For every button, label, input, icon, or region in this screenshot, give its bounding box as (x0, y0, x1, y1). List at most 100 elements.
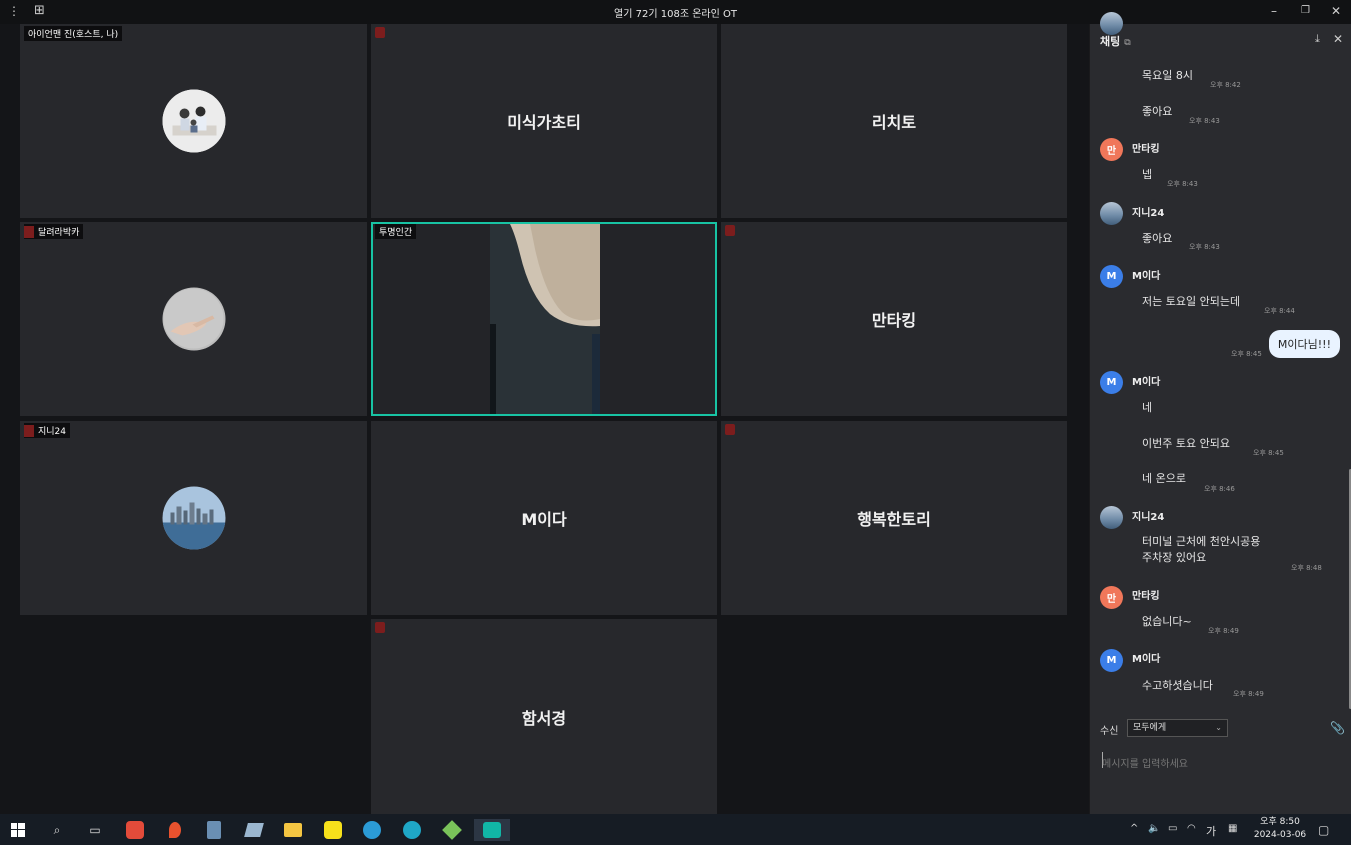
chat-message-text: 수고하셧습니다 (1142, 679, 1213, 692)
volume-icon[interactable]: 🔈 (1148, 823, 1160, 834)
chat-message-text: 이번주 토요 안되요 (1142, 437, 1230, 450)
chat-message-time: 오후 8:43 (1189, 117, 1220, 125)
chat-message-time: 오후 8:45 (1231, 350, 1262, 358)
chat-message-text: 좋아요 (1142, 232, 1173, 245)
clock-time: 오후 8:50 (1260, 817, 1300, 827)
title-bar: ⋮ ⊞ 열기 72기 108조 온라인 OT – ❐ ✕ (0, 0, 1351, 24)
close-window-icon[interactable]: ✕ (1331, 3, 1341, 19)
clock-date: 2024-03-06 (1253, 830, 1307, 840)
chat-panel: 채팅 ⧉ ⤓ ✕ 목요일 8시 오후 8:42 좋아요 오후 8:43 만 만타킹… (1089, 12, 1351, 814)
file-explorer-icon[interactable] (282, 819, 304, 841)
calculator-icon[interactable] (203, 819, 225, 841)
participant-name: 미식가초티 (507, 113, 581, 132)
chat-sender-name: M이다 (1132, 271, 1161, 282)
video-tile-6[interactable]: 만타킹 (721, 222, 1067, 416)
chat-message-text: 네 온으로 (1142, 472, 1186, 485)
avatar-photo-partial (1100, 12, 1123, 35)
participant-name-tag: 아이언맨 진(호스트, 나) (24, 26, 123, 41)
close-icon[interactable]: ✕ (1333, 32, 1343, 46)
video-tile-5-active-speaker[interactable]: 투명인간 (371, 222, 717, 416)
chat-sender-name: 만타킹 (1132, 591, 1160, 602)
video-tile-3[interactable]: 리치토 (721, 24, 1067, 218)
mic-muted-icon (24, 424, 34, 437)
task-view-icon[interactable]: ▭ (84, 819, 106, 841)
family-photo-avatar (162, 89, 225, 153)
video-tile-1[interactable]: 아이언맨 진(호스트, 나) (20, 24, 367, 218)
mic-muted-icon (725, 225, 735, 236)
tray-expand-icon[interactable]: ^ (1130, 823, 1138, 834)
search-icon[interactable]: ⌕ (46, 819, 68, 841)
chat-message-time: 오후 8:42 (1210, 81, 1241, 89)
kakaotalk-icon[interactable] (322, 819, 344, 841)
hand-photo-avatar (162, 287, 225, 351)
system-clock[interactable]: 오후 8:50 2024-03-06 (1250, 816, 1310, 842)
popout-icon[interactable]: ⧉ (1124, 38, 1130, 48)
keyboard-icon[interactable]: ▦ (1228, 823, 1237, 834)
chat-message-time: 오후 8:49 (1233, 690, 1264, 698)
chat-message-time: 오후 8:43 (1189, 243, 1220, 251)
avatar-badge: M (1100, 371, 1123, 394)
chat-message-time: 오후 8:44 (1264, 307, 1295, 315)
network-icon[interactable]: ◠ (1187, 823, 1196, 834)
maps-icon[interactable] (164, 819, 186, 841)
app-red-icon[interactable] (124, 819, 146, 841)
chat-sender-name: 만타킹 (1132, 144, 1160, 155)
mic-muted-icon (375, 27, 385, 38)
chat-message-text: 좋아요 (1142, 105, 1173, 118)
avatar-badge: 만 (1100, 586, 1123, 609)
app-kite-icon[interactable] (441, 819, 463, 841)
chat-title-text: 채팅 (1100, 35, 1121, 48)
mic-muted-icon (375, 622, 385, 633)
avatar-photo (1100, 202, 1123, 225)
avatar-photo (1100, 506, 1123, 529)
video-call-icon[interactable] (474, 819, 510, 841)
mic-muted-icon (24, 225, 34, 238)
download-icon[interactable]: ⤓ (1315, 32, 1320, 46)
video-tile-7[interactable]: 지니24 (20, 421, 367, 615)
chat-sender-name: 지니24 (1132, 512, 1165, 523)
chat-message-time: 오후 8:45 (1253, 449, 1284, 457)
chat-message-time: 오후 8:48 (1291, 564, 1322, 572)
participant-name: 함서경 (521, 708, 567, 728)
participant-name: M이다 (521, 510, 567, 529)
participant-name: 지니24 (38, 427, 67, 437)
edge-icon[interactable] (401, 819, 423, 841)
chat-title: 채팅 ⧉ (1100, 33, 1131, 49)
attach-icon[interactable]: 📎 (1330, 721, 1345, 735)
video-tile-8[interactable]: M이다 (371, 421, 717, 615)
ime-indicator[interactable]: 가 (1206, 823, 1216, 839)
chat-sender-name: M이다 (1132, 654, 1161, 665)
city-photo-avatar (162, 486, 225, 550)
camera-video-feed (490, 224, 600, 414)
chat-message-text: 네 (1142, 401, 1153, 414)
notification-icon[interactable]: ▢ (1318, 823, 1329, 837)
video-tile-9[interactable]: 행복한토리 (721, 421, 1067, 615)
chat-message-text: 없습니다~ (1142, 615, 1192, 628)
participant-name: 리치토 (871, 113, 917, 132)
recipient-value: 모두에게 (1133, 723, 1167, 733)
chat-sender-name: M이다 (1132, 377, 1161, 388)
chat-message-text: 터미널 근처에 천안시공용 주차장 있어요 (1142, 535, 1261, 564)
battery-icon[interactable]: ▭ (1168, 823, 1177, 834)
participant-name: 행복한토리 (857, 510, 931, 529)
windows-start-icon[interactable] (7, 819, 29, 841)
chat-message-text: 넵 (1142, 168, 1153, 181)
taskbar: ⌕ ▭ ^ 🔈 ▭ ◠ 가 ▦ 오후 8:50 2024-03-06 ▢ (0, 814, 1351, 845)
participant-name: 만타킹 (871, 311, 917, 330)
recipient-select[interactable]: 모두에게 ⌄ (1127, 719, 1228, 737)
participant-name-tag: 지니24 (24, 423, 71, 438)
my-chat-bubble: M이다님!!! (1268, 330, 1340, 358)
bird-app-icon[interactable] (361, 819, 383, 841)
minimize-icon[interactable]: – (1271, 3, 1277, 19)
video-tile-2[interactable]: 미식가초티 (371, 24, 717, 218)
message-input[interactable]: 메시지를 입력하세요 (1102, 755, 1188, 770)
window-title: 열기 72기 108조 온라인 OT (614, 9, 737, 20)
restore-icon[interactable]: ❐ (1301, 3, 1310, 19)
avatar-badge: M (1100, 649, 1123, 672)
video-tile-10[interactable]: 함서경 (371, 619, 717, 814)
avatar-badge: M (1100, 265, 1123, 288)
chat-message-time: 오후 8:43 (1167, 180, 1198, 188)
video-tile-4[interactable]: 달려라박카 (20, 222, 367, 416)
chat-message-text: 저는 토요일 안되는데 (1142, 295, 1241, 308)
notes-icon[interactable] (243, 819, 265, 841)
